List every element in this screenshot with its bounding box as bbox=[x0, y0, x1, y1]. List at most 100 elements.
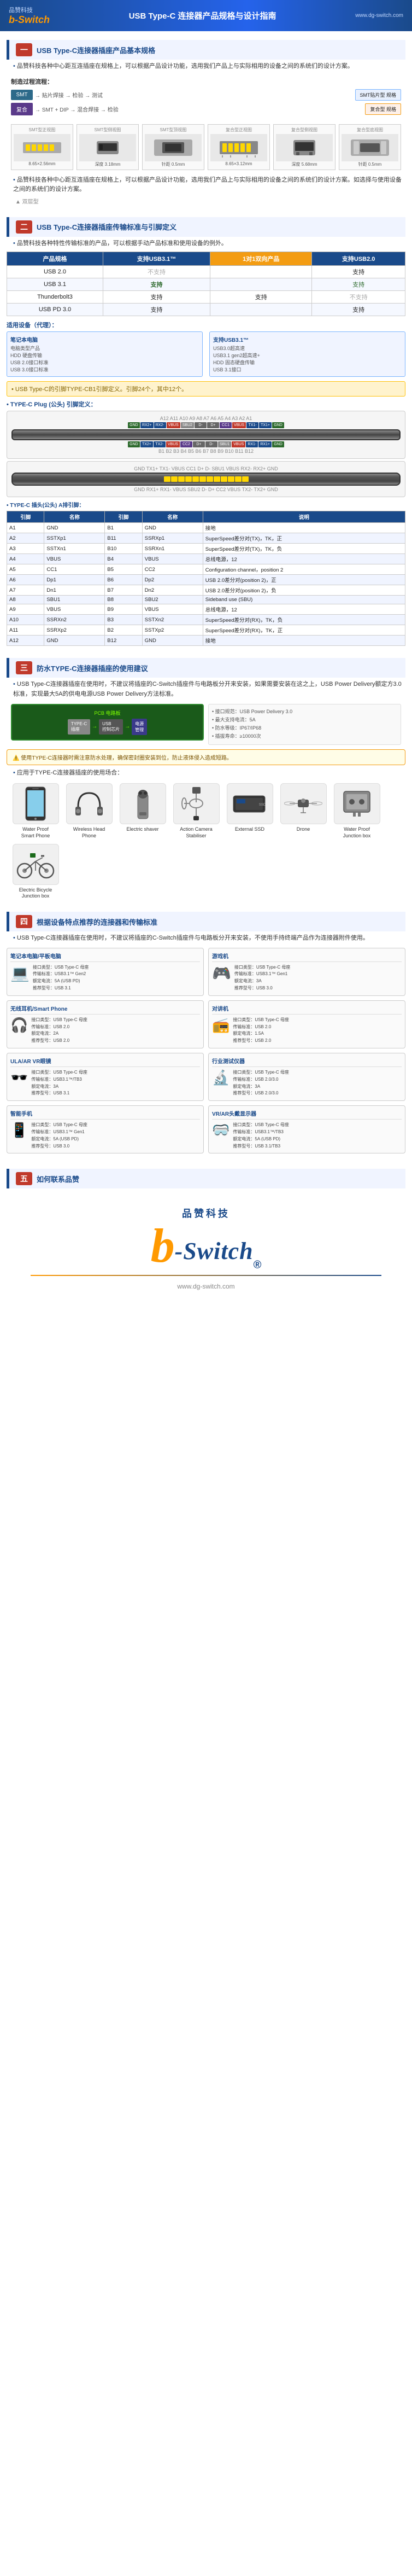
laptop-spec-1: 接口类型：USB Type-C 母座 bbox=[33, 964, 89, 971]
receptacle-body bbox=[11, 473, 401, 486]
pin-vbus-b9: VBUS bbox=[232, 441, 245, 447]
pin-tx1p: TX1+ bbox=[259, 422, 272, 428]
vr-spec-1: 接口类型：USB Type-C 母座 bbox=[233, 1122, 289, 1129]
dim-3-size: 针距 0.5mm bbox=[145, 161, 202, 167]
smartphonesec-title: 智能手机 bbox=[10, 1109, 200, 1120]
laptop-spec-4: 推荐型号：USB 3.1 bbox=[33, 985, 89, 992]
smartphonesec-icon: 📱 bbox=[10, 1122, 28, 1150]
pin-gnd-b12: GND bbox=[272, 441, 284, 447]
pcb-arrow-2: → bbox=[125, 724, 130, 730]
pid-b2b: B2 bbox=[105, 625, 142, 636]
section-3-bullet1: USB Type-C连接器插座在使用时，不建议将插座的C-Switch插座件与电… bbox=[13, 680, 405, 699]
ebike-svg bbox=[16, 848, 55, 881]
device-row-4: 智能手机 📱 接口类型：USB Type-C 母座 传输标准：USB3.1™ G… bbox=[7, 1105, 405, 1153]
app-item-gimbal: Action CameraStabiliser bbox=[172, 783, 221, 839]
rcpt-pin-12 bbox=[242, 476, 249, 482]
section-4-header: 四 根据设备特点推荐的连接器和传输标准 bbox=[7, 912, 405, 931]
pin-rx1p: RX1+ bbox=[258, 441, 272, 447]
pin-note-text: • USB Type-C的引脚TYPE-CB1引脚定义。引脚24个，其中12个。 bbox=[11, 386, 187, 393]
spec-usb20: USB 2.0 bbox=[7, 266, 103, 278]
pin-dp-a6: D+ bbox=[207, 422, 219, 428]
app-label-smartphone: Water ProofSmart Phone bbox=[21, 826, 50, 839]
dim-drawing-5: 复合型侧视图 深度 5.68mm bbox=[273, 124, 336, 170]
section-2-num: 二 bbox=[16, 220, 32, 234]
pin-rx1n: RX1- bbox=[246, 441, 258, 447]
pd-dual bbox=[210, 304, 312, 316]
pname-a6: Dp1 bbox=[44, 575, 105, 585]
radio-card-content: 📻 接口类型：USB Type-C 母座 传输标准：USB 2.0 额定电流：1… bbox=[212, 1017, 402, 1045]
app-item-shaver: Electric shaver bbox=[118, 783, 167, 839]
brand-logo-row: b -Switch ® bbox=[151, 1222, 262, 1270]
section-5-num: 五 bbox=[16, 1172, 32, 1185]
pin-col-name2: 名称 bbox=[142, 511, 203, 523]
pcb-illustration: PCB 电路板 TYPE-C插座 → USB控制芯片 → 电源管理 bbox=[11, 704, 204, 741]
dim-3-title: SMT型顶视图 bbox=[145, 127, 202, 133]
wireless-icon: 🎧 bbox=[10, 1017, 28, 1034]
pdesc-11: SuperSpeed差分对(RX)，TK，正 bbox=[203, 625, 405, 636]
pin-col-name: 名称 bbox=[44, 511, 105, 523]
pname-b7: Dn2 bbox=[142, 585, 203, 596]
gaming-card-content: 🎮 接口类型：USB Type-C 母座 传输标准：USB3.1™ Gen1 额… bbox=[212, 964, 402, 992]
device-examples-row: 笔记本电脑 电脑类型产品HDD 硬盘传输USB 2.0接口标准USB 3.0接口… bbox=[7, 331, 405, 377]
spec-tb3: Thunderbolt3 bbox=[7, 291, 103, 304]
pid-a5: A5 bbox=[7, 564, 44, 575]
rcpt-pin-9 bbox=[221, 476, 227, 482]
pin-rx2p: RX2+ bbox=[140, 422, 154, 428]
pin-tx2p: TX2+ bbox=[140, 441, 153, 447]
section-1-note: 品赞科技各种中心距互连插座在规格上，可以根据产品设计功能，选用我们产品上与实际相… bbox=[13, 176, 405, 195]
pdesc-10: SuperSpeed差分对(RX)，TK，负 bbox=[203, 615, 405, 625]
smartphonesec-spec-2: 传输标准：USB3.1™ Gen1 bbox=[31, 1129, 87, 1136]
smartphonesec-spec-3: 额定电流：5A (USB PD) bbox=[31, 1136, 87, 1143]
rcpt-pin-5 bbox=[192, 476, 199, 482]
wireless-card-content: 🎧 接口类型：USB Type-C 母座 传输标准：USB 2.0 额定电流：2… bbox=[10, 1017, 200, 1045]
double-layer-label: ▲ 双层型 bbox=[15, 197, 401, 205]
pname-b8: SBU2 bbox=[142, 596, 203, 604]
pin-sbu2: SBU2 bbox=[181, 422, 194, 428]
pid-a6: A6 bbox=[7, 575, 44, 585]
warning-icon: ⚠️ bbox=[13, 755, 21, 761]
section-3-num: 三 bbox=[16, 661, 32, 674]
pid-a2: A2 bbox=[7, 533, 44, 544]
device-card-smartphonesec: 智能手机 📱 接口类型：USB Type-C 母座 传输标准：USB3.1™ G… bbox=[7, 1105, 204, 1153]
pcb-notes: • 接口规范：USB Power Delivery 3.0 • 最大支持电流：5… bbox=[208, 704, 401, 745]
pin-vbus-b4: VBUS bbox=[166, 441, 180, 447]
pd-usb31: 支持 bbox=[103, 304, 210, 316]
wireless-spec-2: 传输标准：USB 2.0 bbox=[31, 1024, 87, 1031]
smartphonesec-specs: 接口类型：USB Type-C 母座 传输标准：USB3.1™ Gen1 额定电… bbox=[31, 1122, 87, 1150]
pin-row-a11: A11 SSRXp2 B2 SSTXp2 SuperSpeed差分对(RX)，T… bbox=[7, 625, 405, 636]
app-label-junctionbox: Water ProofJunction box bbox=[343, 826, 371, 839]
pid-a4: A4 bbox=[7, 554, 44, 564]
section-2: 二 USB Type-C连接器插座传输标准与引脚定义 品赞科技各种特性传输标准的… bbox=[0, 211, 412, 652]
section-4-bullet: USB Type-C连接器插座在使用时，不建议将插座的C-Switch插座件与电… bbox=[13, 934, 405, 943]
ula-icon: 🕶️ bbox=[10, 1069, 28, 1097]
dim-1-size: 8.65×2.56mm bbox=[14, 161, 70, 166]
pin-row-a5: A5 CC1 B5 CC2 Configuration channel，posi… bbox=[7, 564, 405, 575]
pcb-power: 电源管理 bbox=[132, 719, 147, 735]
app-img-smartphone bbox=[13, 783, 59, 824]
rcpt-pin-11 bbox=[235, 476, 242, 482]
headphone-svg bbox=[73, 788, 105, 820]
spec-usb31: USB 3.1 bbox=[7, 278, 103, 291]
brand-b-letter: b bbox=[151, 1222, 175, 1270]
pname-b11: SSRXp1 bbox=[142, 533, 203, 544]
ula-spec-2: 传输标准：USB3.1™/TB3 bbox=[31, 1076, 87, 1083]
vr-spec-3: 额定电流：5A (USB PD) bbox=[233, 1136, 289, 1143]
header-title: USB Type-C 连接器产品规格与设计指南 bbox=[50, 10, 355, 21]
svg-text:SSD: SSD bbox=[258, 803, 266, 807]
rcpt-pin-6 bbox=[199, 476, 206, 482]
section-2-bullet: 品赞科技各种特性传输标准的产品，可以根据手动产品标准和使用设备的例外。 bbox=[13, 239, 405, 249]
top-pins: GND RX2+ RX2- VBUS SBU2 D- D+ CC1 VBUS T… bbox=[11, 422, 401, 428]
pname-a8: SBU1 bbox=[44, 596, 105, 604]
pin-dm-b7: D- bbox=[205, 441, 217, 447]
pdesc-4: 总线电源，12 bbox=[203, 554, 405, 564]
receptacle-inner-pins bbox=[164, 476, 249, 482]
pin-row-a10: A10 SSRXn2 B3 SSTXn2 SuperSpeed差分对(RX)，T… bbox=[7, 615, 405, 625]
smartphonesec-spec-4: 推荐型号：USB 3.0 bbox=[31, 1143, 87, 1150]
dimension-diagrams-row: SMT型正视图 8.65×2.56mm SMT型侧视图 bbox=[7, 121, 405, 173]
bottom-pins: GND TX2+ TX2- VBUS CC2 D+ D- SBU1 VBUS R… bbox=[11, 441, 401, 447]
device-card-laptop: 笔记本电脑/平板电脑 💻 接口类型：USB Type-C 母座 传输标准：USB… bbox=[7, 948, 204, 996]
wireless-spec-4: 推荐型号：USB 2.0 bbox=[31, 1038, 87, 1045]
pname-a5: CC1 bbox=[44, 564, 105, 575]
dim-6-size: 针距 0.5mm bbox=[342, 161, 398, 167]
testdev-spec-4: 推荐型号：USB 2.0/3.0 bbox=[233, 1090, 289, 1097]
